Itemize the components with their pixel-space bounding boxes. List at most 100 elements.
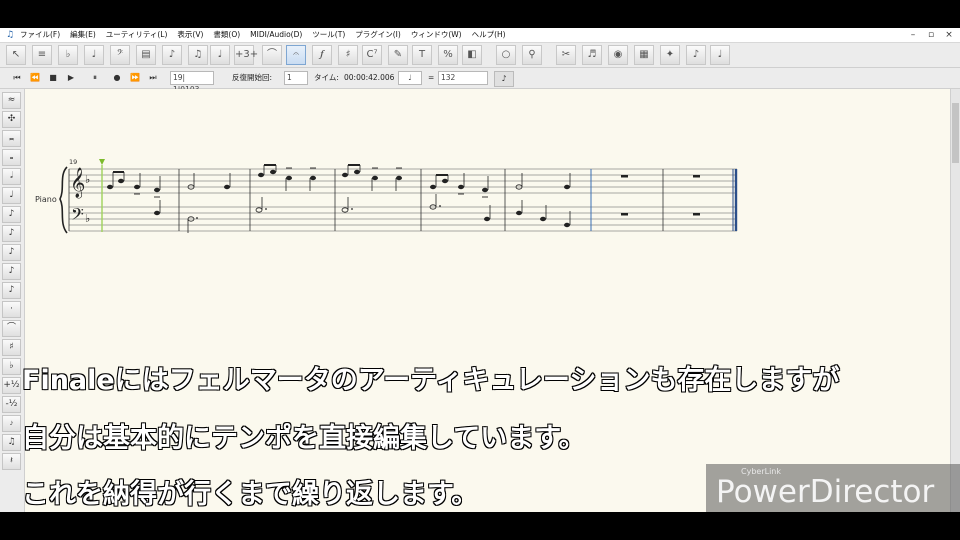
smart-shape-tool-icon[interactable]: ⌒ xyxy=(262,45,282,65)
restore-button[interactable]: ▫ xyxy=(922,28,940,42)
treble-clef-icon: 𝄞 xyxy=(70,167,85,199)
half-step-down-icon[interactable]: -½ xyxy=(2,396,21,413)
time-value: 00:00:42.006 xyxy=(344,73,395,82)
staff-tool-icon[interactable]: ≡ xyxy=(32,45,52,65)
record-icon[interactable]: ● xyxy=(108,71,126,85)
time-label: タイム: xyxy=(314,73,339,82)
clef-tool-icon[interactable]: 𝄢 xyxy=(110,45,130,65)
measure-tool-icon[interactable]: ▤ xyxy=(136,45,156,65)
time-signature-tool-icon[interactable]: ♩ xyxy=(84,45,104,65)
sixteenth-note-icon[interactable]: ♪ xyxy=(2,225,21,242)
menu-bar: ♫ ファイル(F) 編集(E) ユーティリティ(L) 表示(V) 書類(O) M… xyxy=(0,28,960,43)
tuplet-tool-icon[interactable]: ♩ xyxy=(210,45,230,65)
forward-to-end-icon[interactable]: ⏭ xyxy=(144,71,162,85)
powerdirector-watermark: CyberLink PowerDirector xyxy=(706,464,960,512)
rest-icon[interactable]: 𝄽 xyxy=(2,453,21,470)
menu-tools[interactable]: ツール(T) xyxy=(312,28,345,42)
menu-window[interactable]: ウィンドウ(W) xyxy=(411,28,462,42)
minimize-button[interactable]: – xyxy=(904,28,922,42)
bass-whole-rest xyxy=(621,213,628,216)
bass-whole-rest xyxy=(693,213,700,216)
tenuto-marks xyxy=(134,167,488,198)
beam-icon[interactable]: ♫ xyxy=(2,434,21,451)
playback-settings-icon[interactable]: ♪ xyxy=(494,71,514,87)
barlines xyxy=(68,169,664,231)
video-frame: ♫ ファイル(F) 編集(E) ユーティリティ(L) 表示(V) 書類(O) M… xyxy=(0,0,960,540)
stop-icon[interactable]: ■ xyxy=(44,71,62,85)
caption-line-1: Finaleにはフェルマータのアーティキュレーションも存在しますが xyxy=(21,364,840,397)
half-note-icon[interactable]: 𝅗𝅥 xyxy=(2,168,21,185)
menu-view[interactable]: 表示(V) xyxy=(177,28,203,42)
tempo-tool-icon[interactable]: ♩ xyxy=(710,45,730,65)
scrollbar-thumb[interactable] xyxy=(952,103,959,163)
special-tools-icon[interactable]: ✂ xyxy=(556,45,576,65)
sharp-icon[interactable]: ♯ xyxy=(2,339,21,356)
menu-utilities[interactable]: ユーティリティ(L) xyxy=(106,28,168,42)
menu-help[interactable]: ヘルプ(H) xyxy=(472,28,506,42)
measure-position-field[interactable]: 19| 1|0103 xyxy=(170,71,214,94)
finale-app-icon[interactable]: ♫ xyxy=(4,29,16,41)
mirror-tool-icon[interactable]: ♬ xyxy=(582,45,602,65)
ossia-tool-icon[interactable]: ✦ xyxy=(660,45,680,65)
caption-line-3: これを納得が行くまで繰り返します。 xyxy=(21,478,479,511)
bass-clef-icon: 𝄢 xyxy=(71,204,84,228)
whole-note-icon[interactable]: 𝅝 xyxy=(2,149,21,166)
menu-items: ファイル(F) 編集(E) ユーティリティ(L) 表示(V) 書類(O) MID… xyxy=(20,28,506,42)
instrument-name: Piano xyxy=(35,195,57,204)
text-tool-label[interactable]: T xyxy=(412,45,432,65)
dot-icon[interactable]: · xyxy=(2,301,21,318)
quarter-note-icon[interactable]: ♩ xyxy=(2,187,21,204)
key-signature-tool-icon[interactable]: ♭ xyxy=(58,45,78,65)
breve-note-icon[interactable]: 𝅜 xyxy=(2,130,21,147)
zoom-tool-icon[interactable]: ⚲ xyxy=(522,45,542,65)
half-step-up-icon[interactable]: +½ xyxy=(2,377,21,394)
simple-entry-tool-icon[interactable]: ♪ xyxy=(162,45,182,65)
rewind-to-start-icon[interactable]: ⏮ xyxy=(8,71,26,85)
tie-icon[interactable]: ⌒ xyxy=(2,320,21,337)
eighth-note-icon[interactable]: ♪ xyxy=(2,206,21,223)
sixtyfourth-note-icon[interactable]: ♪ xyxy=(2,263,21,280)
mixer-tool-icon[interactable]: ▦ xyxy=(634,45,654,65)
palette-cross-icon[interactable]: ✣ xyxy=(2,111,21,128)
main-tool-palette: ↖ ≡ ♭ ♩ 𝄢 ▤ ♪ ♫ ♩ +3+ ⌒ 𝄐 𝆑 ♯ C⁷ ✎ T % ◧… xyxy=(0,43,960,68)
grace-note-icon[interactable]: 𝆔 xyxy=(2,415,21,432)
expression-tool-icon[interactable]: 𝆑 xyxy=(312,45,332,65)
tempo-equals: = xyxy=(428,73,435,82)
hyperscribe-tool-icon[interactable]: ◉ xyxy=(608,45,628,65)
thirtysecond-note-icon[interactable]: ♪ xyxy=(2,244,21,261)
menu-midi-audio[interactable]: MIDI/Audio(D) xyxy=(250,28,302,42)
pause-icon[interactable]: ⏸ xyxy=(86,71,104,85)
menu-file[interactable]: ファイル(F) xyxy=(20,28,60,42)
speedy-entry-tool-icon[interactable]: ♫ xyxy=(188,45,208,65)
treble-whole-rest xyxy=(621,175,628,178)
tuplet-tool-label[interactable]: +3+ xyxy=(234,45,258,65)
rewind-icon[interactable]: ⏪ xyxy=(26,71,44,85)
palette-grip-icon[interactable]: ≈ xyxy=(2,92,21,109)
resize-tool-icon[interactable]: ○ xyxy=(496,45,516,65)
selection-tool-icon[interactable]: ↖ xyxy=(6,45,26,65)
graphics-tool-icon[interactable]: ◧ xyxy=(462,45,482,65)
menu-document[interactable]: 書類(O) xyxy=(213,28,240,42)
chord-tool-label[interactable]: C⁷ xyxy=(362,45,382,65)
close-button[interactable]: × xyxy=(940,28,958,42)
hundred-twentyeighth-note-icon[interactable]: ♪ xyxy=(2,282,21,299)
fast-forward-icon[interactable]: ⏩ xyxy=(126,71,144,85)
repeat-tool-label[interactable]: % xyxy=(438,45,458,65)
tempo-note-select[interactable]: ♩ xyxy=(398,71,422,85)
vertical-scrollbar[interactable] xyxy=(950,89,960,512)
play-icon[interactable]: ▶ xyxy=(62,71,80,85)
bass-staff xyxy=(69,206,737,232)
chord-tool-icon[interactable]: ♯ xyxy=(338,45,358,65)
flat-icon[interactable]: ♭ xyxy=(2,358,21,375)
lyrics-tool-icon[interactable]: ✎ xyxy=(388,45,408,65)
tempo-value-field[interactable]: 132 xyxy=(438,71,488,85)
menu-edit[interactable]: 編集(E) xyxy=(70,28,96,42)
articulation-tool-icon[interactable]: 𝄐 xyxy=(286,45,306,65)
menu-plugins[interactable]: プラグイン(I) xyxy=(355,28,401,42)
bass-flat-icon: ♭ xyxy=(85,212,90,225)
bass-notes xyxy=(154,194,571,233)
playback-position-marker xyxy=(99,159,105,165)
repeat-count-select[interactable]: 1 xyxy=(284,71,308,85)
measure-number: 19 xyxy=(69,158,77,166)
midi-tool-icon[interactable]: ♪ xyxy=(686,45,706,65)
